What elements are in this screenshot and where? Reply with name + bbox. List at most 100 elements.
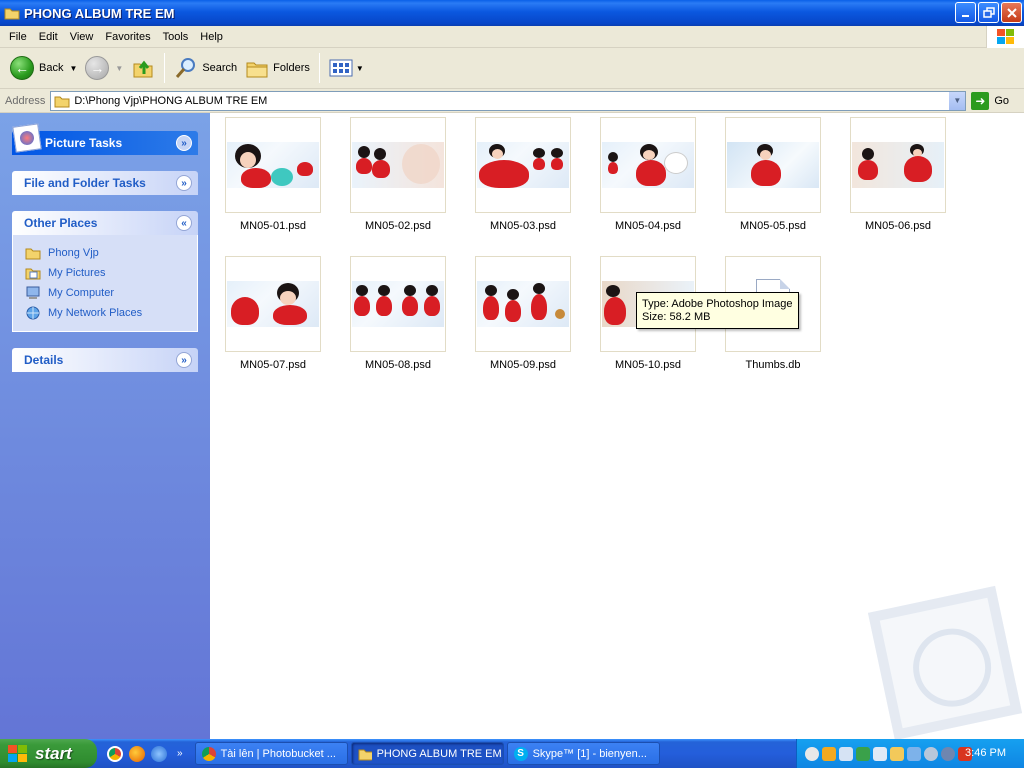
file-thumbnail[interactable]: MN05-08.psd: [350, 256, 446, 371]
address-dropdown-button[interactable]: ▼: [948, 91, 966, 110]
file-thumbnail[interactable]: MN05-07.psd: [225, 256, 321, 371]
file-thumbnail[interactable]: MN05-03.psd: [475, 117, 571, 232]
taskbar-button-explorer[interactable]: PHONG ALBUM TRE EM: [350, 742, 504, 765]
menu-help[interactable]: Help: [194, 29, 229, 45]
file-thumbnail[interactable]: MN05-09.psd: [475, 256, 571, 371]
file-name: MN05-04.psd: [614, 220, 682, 232]
picture-tasks-panel: Picture Tasks »: [12, 123, 198, 155]
folder-icon: [358, 749, 372, 760]
minimize-button[interactable]: [955, 2, 976, 23]
folders-label: Folders: [273, 62, 310, 74]
details-header[interactable]: Details »: [12, 348, 198, 372]
file-name: MN05-03.psd: [489, 220, 557, 232]
thumbnail-frame: [225, 117, 321, 213]
file-thumbnail[interactable]: MN05-02.psd: [350, 117, 446, 232]
file-thumbnail[interactable]: MN05-05.psd: [725, 117, 821, 232]
system-tray: 3:46 PM: [796, 739, 1024, 768]
other-places-title: Other Places: [24, 216, 98, 230]
expand-chevron-icon[interactable]: »: [176, 352, 192, 368]
chrome-icon[interactable]: [107, 745, 123, 762]
thumbnail-image: [477, 281, 569, 327]
thumbnail-frame: [225, 256, 321, 352]
tray-app-icon[interactable]: [941, 746, 955, 761]
views-dropdown-icon[interactable]: ▼: [356, 64, 364, 73]
maximize-button[interactable]: [978, 2, 999, 23]
taskbar-button-photobucket[interactable]: Tài lên | Photobucket ...: [194, 742, 348, 765]
skype-icon: S: [513, 746, 528, 761]
menu-file[interactable]: File: [3, 29, 33, 45]
file-name: MN05-10.psd: [614, 359, 682, 371]
firefox-icon[interactable]: [129, 745, 145, 762]
go-label: Go: [994, 94, 1010, 107]
folder-icon: [54, 96, 70, 107]
tray-app-icon[interactable]: [839, 746, 853, 761]
menu-edit[interactable]: Edit: [33, 29, 64, 45]
clock[interactable]: 3:46 PM: [965, 747, 1006, 759]
taskbar-button-skype[interactable]: S Skype™ [1] - bienyen...: [506, 742, 660, 765]
close-button[interactable]: [1001, 2, 1022, 23]
file-name: MN05-05.psd: [739, 220, 807, 232]
back-dropdown-icon[interactable]: ▼: [69, 64, 77, 73]
thumbnail-frame: [725, 117, 821, 213]
forward-button[interactable]: → ▼: [81, 51, 127, 85]
other-places-header[interactable]: Other Places «: [12, 211, 198, 235]
tray-app-icon[interactable]: [822, 746, 836, 761]
views-icon: [329, 59, 353, 77]
tray-network-icon[interactable]: [856, 746, 870, 761]
expand-chevron-icon[interactable]: »: [176, 175, 192, 191]
thumbnail-image: [352, 281, 444, 327]
go-arrow-icon: ➜: [971, 91, 990, 110]
tray-app-icon[interactable]: [907, 746, 921, 761]
folders-button[interactable]: Folders: [241, 51, 314, 85]
back-button[interactable]: ← Back ▼: [6, 51, 81, 85]
my-pictures-icon: [25, 268, 41, 280]
menu-tools[interactable]: Tools: [157, 29, 195, 45]
tray-app-icon[interactable]: [890, 746, 904, 761]
chrome-icon: [201, 746, 216, 761]
file-name: MN05-08.psd: [364, 359, 432, 371]
place-my-computer[interactable]: My Computer: [25, 283, 197, 303]
menu-view[interactable]: View: [64, 29, 100, 45]
thumbnail-frame: [600, 117, 696, 213]
picture-tasks-title: Picture Tasks: [45, 136, 123, 150]
up-folder-button[interactable]: [127, 51, 159, 85]
file-name: Thumbs.db: [745, 359, 801, 371]
thumbnail-image: [727, 142, 819, 188]
menu-bar: File Edit View Favorites Tools Help: [0, 26, 1024, 48]
title-bar: PHONG ALBUM TRE EM: [0, 0, 1024, 26]
my-computer-icon: [26, 286, 40, 299]
details-title: Details: [24, 353, 64, 367]
thumbnail-image: [352, 142, 444, 188]
tray-app-icon[interactable]: [924, 746, 938, 761]
start-button[interactable]: start: [0, 739, 97, 768]
browser-icon[interactable]: [151, 745, 167, 762]
file-thumbnail[interactable]: MN05-04.psd: [600, 117, 696, 232]
tray-app-icon[interactable]: [805, 746, 819, 761]
go-button[interactable]: ➜ Go: [971, 91, 1010, 110]
picture-tasks-header[interactable]: Picture Tasks »: [12, 123, 198, 155]
toolbar: ← Back ▼ → ▼ Search Folders ▼: [0, 48, 1024, 89]
collapse-chevron-icon[interactable]: «: [176, 215, 192, 231]
thumbnail-image: [227, 142, 319, 188]
place-phong-vjp[interactable]: Phong Vjp: [25, 243, 197, 263]
tray-app-icon[interactable]: [873, 746, 887, 761]
place-my-network-places[interactable]: My Network Places: [25, 303, 197, 323]
thumbnail-frame: [475, 256, 571, 352]
file-thumbnail[interactable]: MN05-01.psd: [225, 117, 321, 232]
search-button[interactable]: Search: [170, 51, 241, 85]
views-button[interactable]: ▼: [325, 51, 368, 85]
address-path: D:\Phong Vjp\PHONG ALBUM TRE EM: [74, 94, 268, 107]
file-thumbnail[interactable]: MN05-06.psd: [850, 117, 946, 232]
address-label: Address: [5, 94, 46, 107]
address-input[interactable]: D:\Phong Vjp\PHONG ALBUM TRE EM ▼: [50, 90, 967, 111]
place-my-pictures[interactable]: My Pictures: [25, 263, 197, 283]
expand-chevron-icon[interactable]: »: [176, 135, 192, 151]
file-name: MN05-02.psd: [364, 220, 432, 232]
file-folder-tasks-header[interactable]: File and Folder Tasks »: [12, 171, 198, 195]
picture-folder-watermark: [867, 585, 1023, 741]
menu-favorites[interactable]: Favorites: [99, 29, 156, 45]
forward-dropdown-icon[interactable]: ▼: [115, 64, 123, 73]
file-name: MN05-09.psd: [489, 359, 557, 371]
file-name: MN05-06.psd: [864, 220, 932, 232]
quick-launch-more-icon[interactable]: »: [177, 748, 183, 759]
